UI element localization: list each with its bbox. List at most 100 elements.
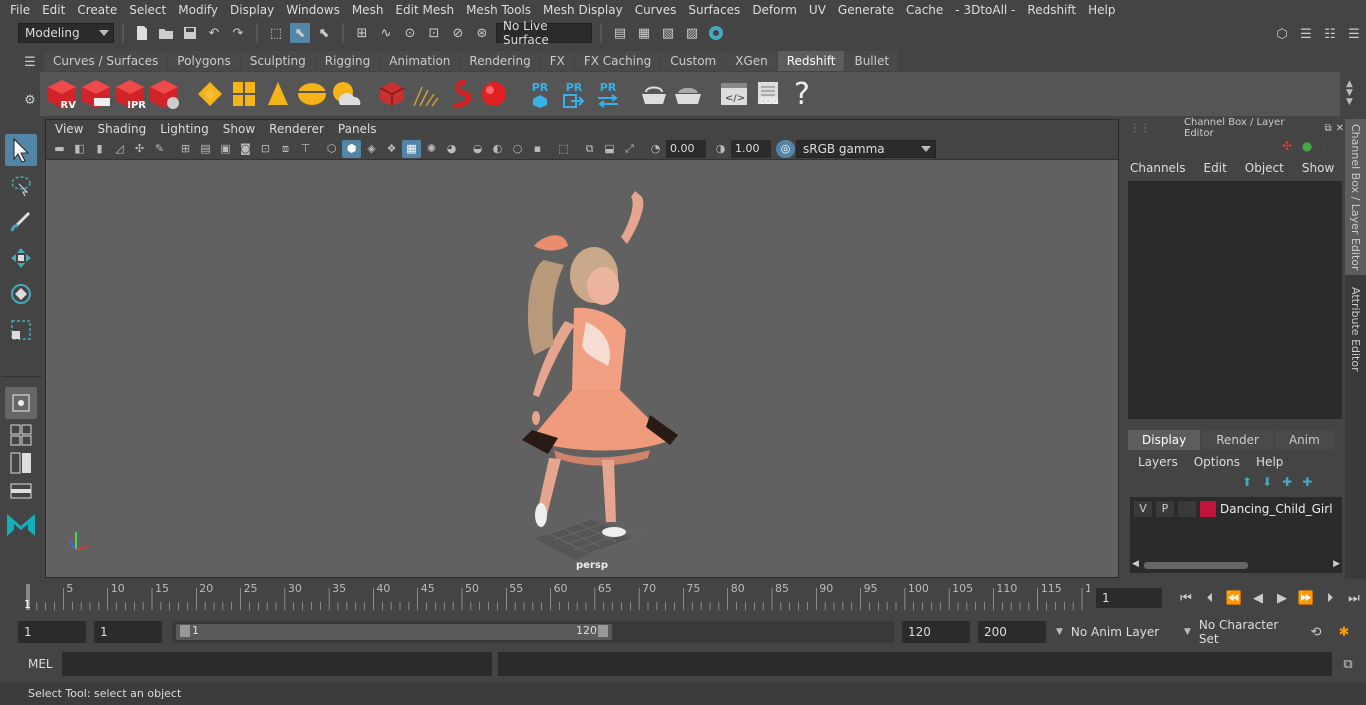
rotate-tool-icon[interactable] (5, 278, 37, 310)
menu-item[interactable]: Generate (832, 3, 900, 17)
channel-box-menu-item[interactable]: Edit (1204, 161, 1227, 175)
live-surface-field[interactable]: No Live Surface (496, 19, 592, 47)
ambient-occlusion-icon[interactable]: ◕ (442, 140, 461, 158)
new-empty-layer-icon[interactable]: ✚ (1282, 475, 1292, 489)
modeling-toolkit-icon[interactable]: ⬡ (1272, 24, 1292, 44)
camera-lock-icon[interactable]: ◧ (70, 140, 89, 158)
rs-spot-light-button[interactable] (262, 76, 294, 112)
safe-title-icon[interactable]: ⊤ (296, 140, 315, 158)
menu-item[interactable]: Mesh Display (537, 3, 629, 17)
layer-visibility-toggle[interactable]: V (1134, 501, 1152, 517)
render-frame-icon[interactable]: ▦ (634, 23, 654, 43)
layer-row[interactable]: V P Dancing_Child_Girl (1130, 497, 1342, 521)
rs-render-view-button[interactable]: RV (46, 76, 78, 112)
menu-item[interactable]: File (4, 3, 36, 17)
snap-surface-icon[interactable]: ⊘ (448, 23, 468, 43)
multisample-aa-icon[interactable]: ◐ (488, 140, 507, 158)
bake-button[interactable] (638, 76, 670, 112)
shelf-tab[interactable]: Curves / Surfaces (44, 51, 168, 71)
current-frame-field[interactable]: 1 (1096, 588, 1162, 608)
shelf-settings-icon[interactable]: ⚙ (20, 90, 40, 110)
move-tool-icon[interactable] (5, 242, 37, 274)
viewport-menu-item[interactable]: Lighting (153, 122, 216, 136)
channel-box-toggle-icon[interactable]: ☰ (1344, 24, 1364, 44)
resolution-gate-icon[interactable]: ▣ (216, 140, 235, 158)
viewport-menu-item[interactable]: Shading (90, 122, 153, 136)
step-forward-key-icon[interactable]: ⏩ (1296, 588, 1316, 608)
layer-color-swatch[interactable] (1200, 501, 1216, 517)
shelf-tab[interactable]: Sculpting (240, 51, 315, 71)
script-editor-button[interactable]: </> (718, 76, 750, 112)
single-view-layout-icon[interactable] (5, 387, 37, 419)
rs-area-light-button[interactable] (194, 76, 226, 112)
time-slider[interactable]: 5 10 15 20 25 30 35 40 45 50 55 60 65 70 75 80 85 90 95 100… (20, 580, 1099, 612)
layer-editor-tab[interactable]: Display (1128, 430, 1201, 450)
play-backwards-icon[interactable]: ◀ (1248, 588, 1268, 608)
menu-item[interactable]: Surfaces (682, 3, 746, 17)
gamma-icon[interactable]: ◑ (711, 140, 730, 158)
grease-pencil-icon[interactable]: ✎ (150, 140, 169, 158)
rs-sun-sky-button[interactable] (330, 76, 362, 112)
step-back-key-icon[interactable]: ⏪ (1224, 588, 1244, 608)
use-all-lights-icon[interactable]: ▦ (402, 139, 421, 158)
menu-item[interactable]: Edit Mesh (389, 3, 460, 17)
menu-item[interactable]: Cache (900, 3, 949, 17)
step-back-frame-icon[interactable]: ⏴ (1200, 588, 1220, 608)
paint-select-tool-icon[interactable] (5, 206, 37, 238)
move-layer-up-icon[interactable]: ⬆ (1242, 475, 1252, 489)
shelf-tab[interactable]: Polygons (168, 51, 240, 71)
viewport-menu-item[interactable]: Renderer (262, 122, 331, 136)
pr-swap-button[interactable]: PR (592, 76, 624, 112)
viewport-menu-item[interactable]: Panels (331, 122, 384, 136)
outliner-layout-icon[interactable] (5, 479, 37, 503)
layer-scrollbar[interactable]: ◀ ▶ (1130, 559, 1342, 571)
select-hierarchy-icon[interactable]: ⬚ (266, 23, 286, 43)
viewport-menu-item[interactable]: View (48, 122, 90, 136)
snap-view-icon[interactable]: ⊡ (424, 23, 444, 43)
make-live-icon[interactable]: ⊛ (472, 23, 492, 43)
render-view-icon[interactable]: ▨ (682, 23, 702, 43)
menu-item[interactable]: Redshift (1021, 3, 1082, 17)
log-button[interactable]: .LOG (752, 76, 784, 112)
gamma-field[interactable]: 1.00 (731, 139, 771, 158)
wireframe-on-shaded-icon[interactable]: ◈ (362, 140, 381, 158)
auto-key-icon[interactable]: ⟲ (1306, 622, 1326, 642)
menu-item[interactable]: - 3DtoAll - (949, 3, 1021, 17)
channel-box-side-tab[interactable]: Channel Box / Layer Editor (1345, 119, 1366, 275)
rs-hair-button[interactable] (444, 76, 476, 112)
bookmark-icon[interactable]: ▮ (90, 140, 109, 158)
go-to-start-icon[interactable]: ⏮ (1176, 588, 1196, 608)
grid-toggle-icon[interactable]: ⊞ (176, 140, 195, 158)
script-language-label[interactable]: MEL (28, 657, 53, 671)
rs-volume-button[interactable] (410, 76, 442, 112)
menu-item[interactable]: UV (803, 3, 832, 17)
render-settings-icon[interactable]: ▤ (610, 23, 630, 43)
go-to-end-icon[interactable]: ⏭ (1344, 588, 1364, 608)
manipulator-icon[interactable]: ✣ (1282, 139, 1292, 153)
redo-icon[interactable]: ↷ (228, 23, 248, 43)
rs-ipr-button[interactable]: IPR (114, 76, 146, 112)
xray-joints-icon[interactable]: ⧉ (580, 140, 599, 158)
viewport-scene[interactable]: persp (46, 160, 1118, 577)
safe-action-icon[interactable]: ⧈ (276, 140, 295, 158)
menu-item[interactable]: Select (123, 3, 172, 17)
new-scene-icon[interactable] (132, 23, 152, 43)
layer-editor-tab[interactable]: Anim (1274, 430, 1334, 450)
panel-close-icon[interactable]: ✕ (1336, 123, 1344, 134)
rs-portal-light-button[interactable] (228, 76, 260, 112)
depth-of-field-icon[interactable]: ○ (508, 140, 527, 158)
image-plane-icon[interactable]: ◿ (110, 140, 129, 158)
menu-item[interactable]: Mesh (346, 3, 390, 17)
layer-display-type[interactable] (1178, 501, 1196, 517)
lasso-tool-icon[interactable] (5, 170, 37, 202)
select-tool-icon[interactable] (5, 134, 37, 166)
channel-box-menu-item[interactable]: Channels (1130, 161, 1186, 175)
layer-editor-menu-item[interactable]: Layers (1138, 455, 1178, 469)
ipr-render-icon[interactable]: ▧ (658, 23, 678, 43)
dancing-girl-model[interactable] (522, 191, 678, 537)
character-set-dropdown[interactable]: ▼ No Character Set (1178, 618, 1298, 646)
layer-editor-menu-item[interactable]: Help (1256, 455, 1283, 469)
help-button[interactable]: ? (786, 76, 818, 112)
shelf-tab[interactable]: Redshift (777, 51, 845, 71)
rs-proxy-button[interactable] (376, 76, 408, 112)
